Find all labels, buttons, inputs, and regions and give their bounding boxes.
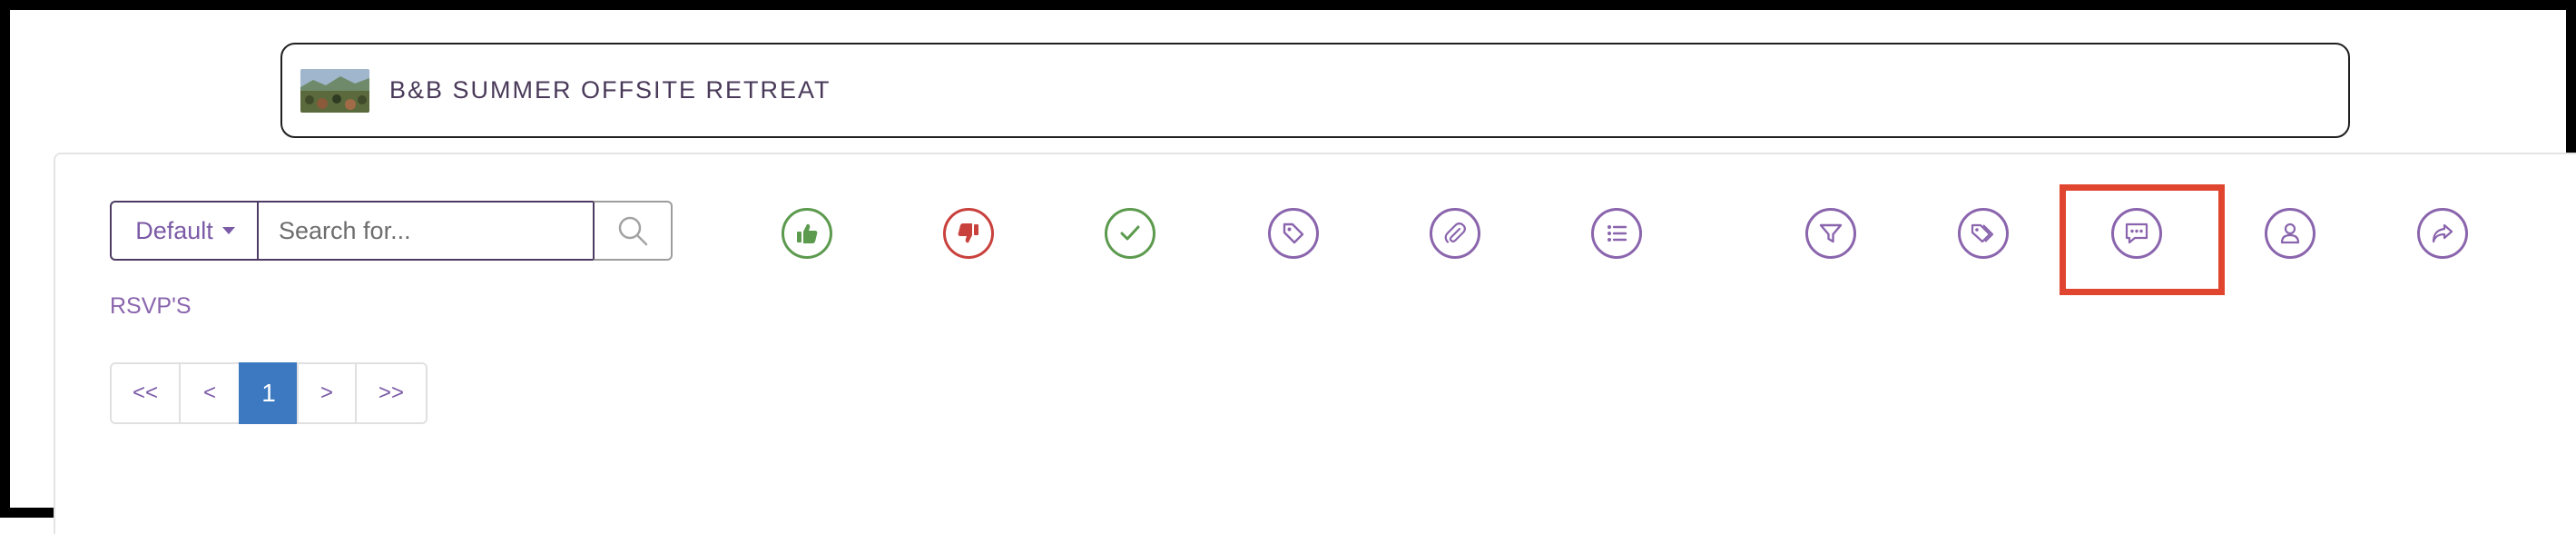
- window-frame: B&B SUMMER OFFSITE RETREAT Default Searc…: [0, 0, 2576, 534]
- pagination: << < 1 > >>: [110, 362, 428, 424]
- search-button[interactable]: [593, 201, 673, 261]
- paperclip-icon[interactable]: [1430, 208, 1480, 259]
- event-thumbnail: [300, 68, 369, 113]
- list-icon[interactable]: [1591, 208, 1642, 259]
- tags-icon[interactable]: [1958, 208, 2009, 259]
- event-title: B&B SUMMER OFFSITE RETREAT: [389, 76, 831, 104]
- share-icon[interactable]: [2417, 208, 2468, 259]
- section-label-rsvps: RSVP'S: [110, 293, 192, 319]
- chevron-down-icon: [221, 227, 235, 234]
- sort-dropdown[interactable]: Default: [110, 201, 259, 261]
- search-input[interactable]: [257, 201, 595, 261]
- first-page-button[interactable]: <<: [110, 362, 181, 424]
- highlight-box: [2060, 184, 2225, 295]
- page-1-button[interactable]: 1: [239, 362, 299, 424]
- last-page-button[interactable]: >>: [355, 362, 428, 424]
- search-icon: [618, 216, 648, 246]
- filter-icon[interactable]: [1805, 208, 1856, 259]
- sort-dropdown-label: Default: [135, 216, 213, 244]
- thumbs-up-icon[interactable]: [782, 208, 832, 259]
- next-page-button[interactable]: >: [297, 362, 357, 424]
- event-header[interactable]: B&B SUMMER OFFSITE RETREAT: [280, 43, 2350, 138]
- tag-icon[interactable]: [1268, 208, 1319, 259]
- user-icon[interactable]: [2265, 208, 2315, 259]
- check-icon[interactable]: [1105, 208, 1155, 259]
- prev-page-button[interactable]: <: [179, 362, 241, 424]
- thumbs-down-icon[interactable]: [943, 208, 994, 259]
